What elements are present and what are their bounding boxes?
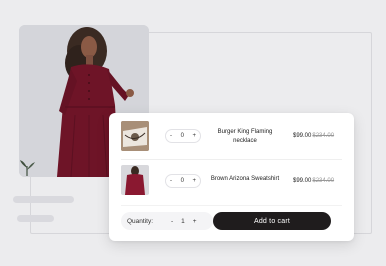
increment-button[interactable]: + [193,218,197,225]
quantity-value: 1 [181,217,185,225]
product-name[interactable]: Burger King Flaming necklace [209,128,281,146]
decrement-button[interactable]: - [170,178,172,184]
cart-item: - 0 + Brown Arizona Sweatshirt $99.00$23… [109,161,354,201]
plant-decoration-icon [17,158,37,178]
old-price: $234.00 [312,178,335,184]
quantity-stepper: - 0 + [165,174,201,188]
product-name[interactable]: Brown Arizona Sweatshirt [209,175,281,184]
old-price: $234.00 [312,133,335,139]
quantity-value: 0 [180,178,184,184]
quantity-label: Quantity: [127,217,154,225]
placeholder-text-line [17,215,54,222]
increment-button[interactable]: + [192,133,196,139]
product-price: $99.00$234.00 [293,133,334,139]
decrement-button[interactable]: - [170,133,172,139]
divider [121,205,342,206]
increment-button[interactable]: + [192,178,196,184]
cart-panel: - 0 + Burger King Flaming necklace $99.0… [109,113,354,241]
quantity-selector: Quantity: - 1 + [121,212,213,230]
placeholder-text-line [13,196,74,203]
product-thumbnail [121,165,149,195]
cart-item: - 0 + Burger King Flaming necklace $99.0… [109,118,354,158]
quantity-stepper: - 0 + [165,129,201,143]
current-price: $99.00 [293,178,312,184]
product-thumbnail [121,121,149,151]
divider [121,159,342,160]
decrement-button[interactable]: - [171,218,173,225]
current-price: $99.00 [293,133,312,139]
quantity-value: 0 [180,133,184,139]
product-price: $99.00$234.00 [293,178,334,184]
add-to-cart-button[interactable]: Add to cart [213,212,331,230]
